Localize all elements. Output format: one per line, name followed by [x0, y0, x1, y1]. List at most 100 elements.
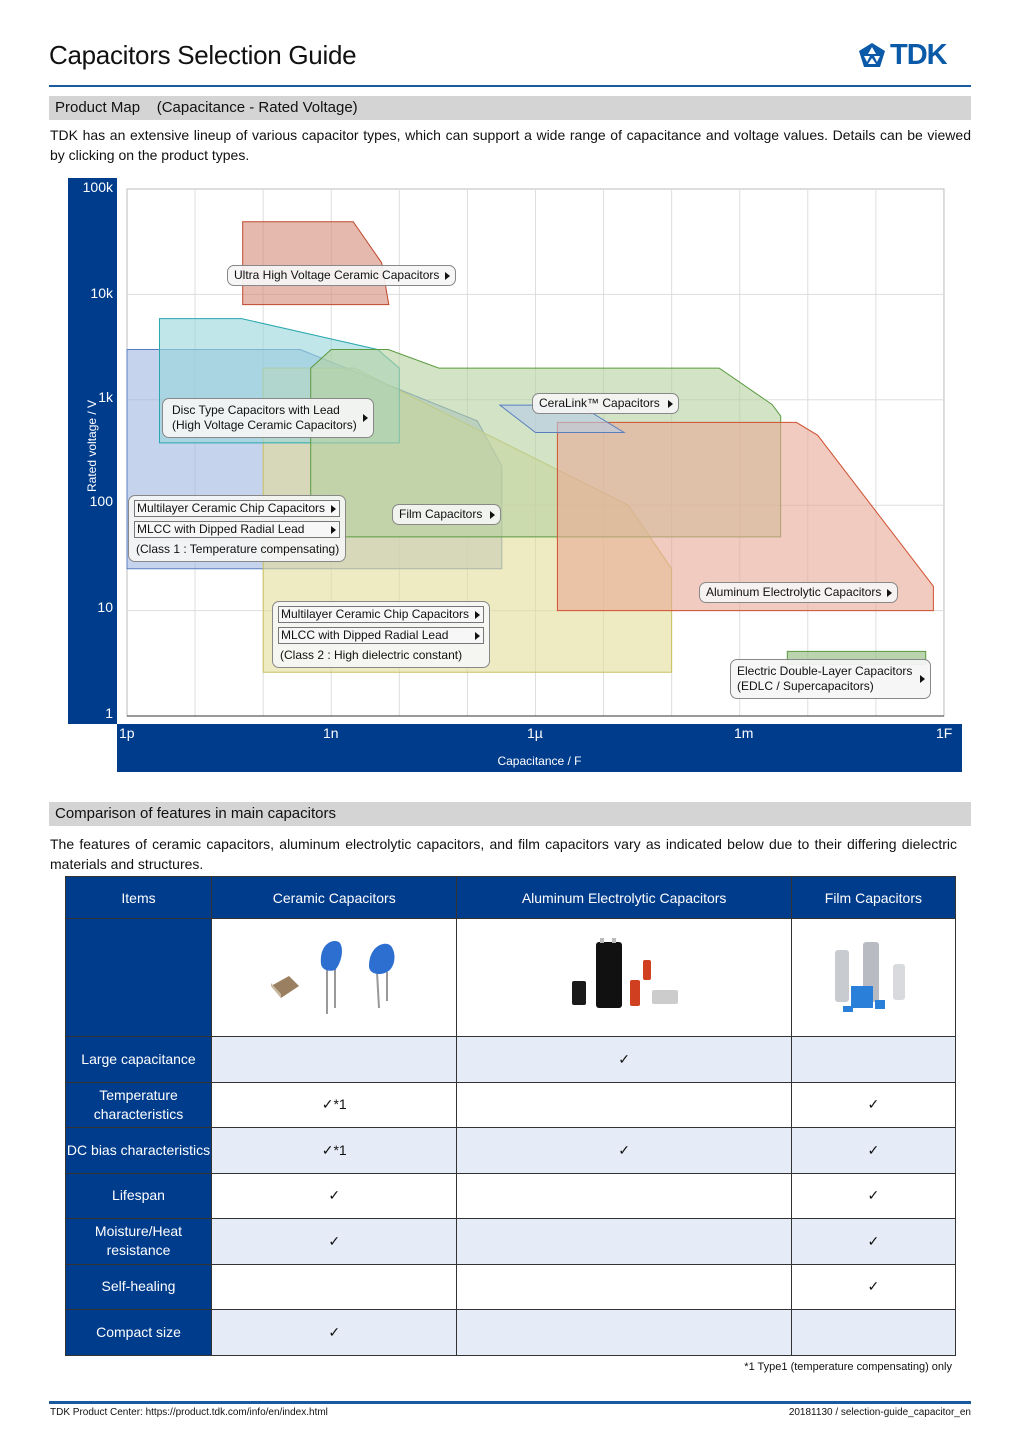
aluminum-capacitor-photo — [572, 938, 679, 1008]
arrow-right-icon — [475, 632, 481, 640]
feature-cell — [790, 1036, 957, 1083]
aluminum-capacitors-image — [456, 918, 792, 1037]
x-tick-label: 1µ — [527, 725, 543, 741]
row-label: Self-healing — [65, 1263, 212, 1310]
feature-cell — [456, 1309, 792, 1356]
tdk-logo: TDK — [858, 40, 972, 70]
film-link[interactable]: Film Capacitors — [392, 504, 502, 525]
link-label: Multilayer Ceramic Chip Capacitors — [137, 501, 326, 515]
disc-type-link[interactable]: Disc Type Capacitors with Lead (High Volt… — [162, 398, 374, 438]
table-row: Moisture/Heat resistance ✓ ✓ — [65, 1218, 957, 1265]
ceramic-capacitor-photo — [271, 940, 395, 1014]
arrow-right-icon — [362, 414, 368, 422]
class1-note: (Class 1 : Temperature compensating) — [136, 542, 340, 556]
footnote: *1 Type1 (temperature compensating) only — [744, 1361, 952, 1373]
ultra-high-voltage-link[interactable]: Ultra High Voltage Ceramic Capacitors — [227, 265, 457, 286]
arrow-right-icon — [475, 611, 481, 619]
link-label: CeraLink™ Capacitors — [539, 396, 660, 410]
link-label: MLCC with Dipped Radial Lead — [137, 522, 305, 536]
class2-dipped-link[interactable]: MLCC with Dipped Radial Lead — [278, 627, 485, 644]
class1-label-group: Multilayer Ceramic Chip Capacitors MLCC … — [128, 495, 347, 562]
link-label: Ultra High Voltage Ceramic Capacitors — [234, 268, 440, 282]
logo-text: TDK — [890, 39, 948, 71]
class1-dipped-link[interactable]: MLCC with Dipped Radial Lead — [134, 521, 341, 538]
header-divider — [49, 85, 971, 87]
table-row: Lifespan ✓ ✓ — [65, 1172, 957, 1219]
aluminum-electrolytic-link[interactable]: Aluminum Electrolytic Capacitors — [699, 582, 899, 603]
link-label: Film Capacitors — [399, 507, 483, 521]
feature-cell — [456, 1172, 792, 1219]
film-capacitor-photo — [835, 942, 906, 1012]
row-label: DC bias characteristics — [65, 1127, 212, 1174]
feature-cell: ✓ — [210, 1172, 458, 1219]
film-capacitors-image — [790, 918, 957, 1037]
feature-cell: ✓*1 — [210, 1081, 458, 1128]
link-label: (High Voltage Ceramic Capacitors) — [172, 418, 357, 432]
feature-cell: ✓ — [790, 1127, 957, 1174]
feature-cell — [456, 1263, 792, 1310]
feature-cell: ✓ — [456, 1036, 792, 1083]
product-map-description: TDK has an extensive lineup of various c… — [50, 127, 971, 163]
feature-cell — [790, 1309, 957, 1356]
y-tick-label: 10k — [90, 285, 113, 301]
feature-cell — [456, 1081, 792, 1128]
arrow-right-icon — [667, 399, 673, 408]
feature-cell — [456, 1218, 792, 1265]
row-label: Moisture/Heat resistance — [65, 1218, 212, 1265]
link-label: (EDLC / Supercapacitors) — [737, 679, 874, 693]
row-label: Temperature characteristics — [65, 1081, 212, 1128]
x-axis-label: Capacitance / F — [497, 754, 582, 768]
table-header-row: Items Ceramic Capacitors Aluminum Electr… — [65, 876, 957, 919]
class2-note: (Class 2 : High dielectric constant) — [280, 648, 463, 662]
arrow-right-icon — [445, 271, 451, 280]
link-label: Aluminum Electrolytic Capacitors — [706, 585, 882, 599]
table-row: DC bias characteristics ✓*1 ✓ ✓ — [65, 1127, 957, 1174]
y-tick-label: 100 — [89, 493, 113, 509]
column-header: Ceramic Capacitors — [210, 876, 458, 919]
footer-right: 20181130 / selection-guide_capacitor_en — [788, 1407, 971, 1418]
y-tick-label: 1 — [105, 705, 113, 721]
section-title: Product Map — [55, 99, 141, 116]
class2-label-group: Multilayer Ceramic Chip Capacitors MLCC … — [272, 601, 491, 668]
page-title: Capacitors Selection Guide — [49, 40, 357, 70]
y-tick-label: 1k — [98, 389, 113, 405]
feature-cell: ✓ — [790, 1172, 957, 1219]
feature-cell: ✓ — [210, 1218, 458, 1265]
row-label: Large capacitance — [65, 1036, 212, 1083]
x-tick-label: 1m — [734, 725, 754, 741]
section-subtitle: (Capacitance - Rated Voltage) — [156, 99, 358, 116]
image-row — [65, 918, 957, 1037]
link-label: Electric Double-Layer Capacitors — [737, 664, 913, 678]
link-label: Multilayer Ceramic Chip Capacitors — [281, 607, 470, 621]
y-axis-label: Rated voltage / V — [85, 399, 99, 492]
class1-mlcc-link[interactable]: Multilayer Ceramic Chip Capacitors — [134, 500, 341, 517]
column-header: Items — [65, 876, 212, 919]
feature-cell: ✓ — [790, 1263, 957, 1310]
table-row: Self-healing ✓ — [65, 1263, 957, 1310]
table-row: Compact size ✓ — [65, 1309, 957, 1356]
class2-mlcc-link[interactable]: Multilayer Ceramic Chip Capacitors — [278, 606, 485, 623]
product-map-plot — [126, 188, 945, 717]
link-label: MLCC with Dipped Radial Lead — [281, 628, 449, 642]
x-tick-label: 1p — [119, 725, 135, 741]
arrow-right-icon — [331, 505, 337, 513]
column-header: Aluminum Electrolytic Capacitors — [456, 876, 792, 919]
feature-cell — [210, 1263, 458, 1310]
row-label: Lifespan — [65, 1172, 212, 1219]
footer-divider — [49, 1401, 971, 1404]
y-tick-label: 10 — [97, 599, 113, 615]
image-row-label — [65, 918, 212, 1037]
arrow-right-icon — [887, 588, 893, 597]
y-tick-label: 100k — [82, 179, 113, 195]
feature-cell: ✓ — [790, 1081, 957, 1128]
comparison-table: Items Ceramic Capacitors Aluminum Electr… — [65, 876, 957, 1356]
ceralink-link[interactable]: CeraLink™ Capacitors — [532, 393, 679, 414]
tdk-star-icon — [859, 43, 885, 67]
edlc-link[interactable]: Electric Double-Layer Capacitors (EDLC / … — [730, 659, 932, 699]
link-label: Disc Type Capacitors with Lead — [172, 403, 340, 417]
table-row: Temperature characteristics ✓*1 ✓ — [65, 1081, 957, 1128]
feature-cell — [210, 1036, 458, 1083]
ceramic-capacitors-image — [210, 918, 458, 1037]
feature-cell: ✓ — [790, 1218, 957, 1265]
arrow-right-icon — [331, 526, 337, 534]
